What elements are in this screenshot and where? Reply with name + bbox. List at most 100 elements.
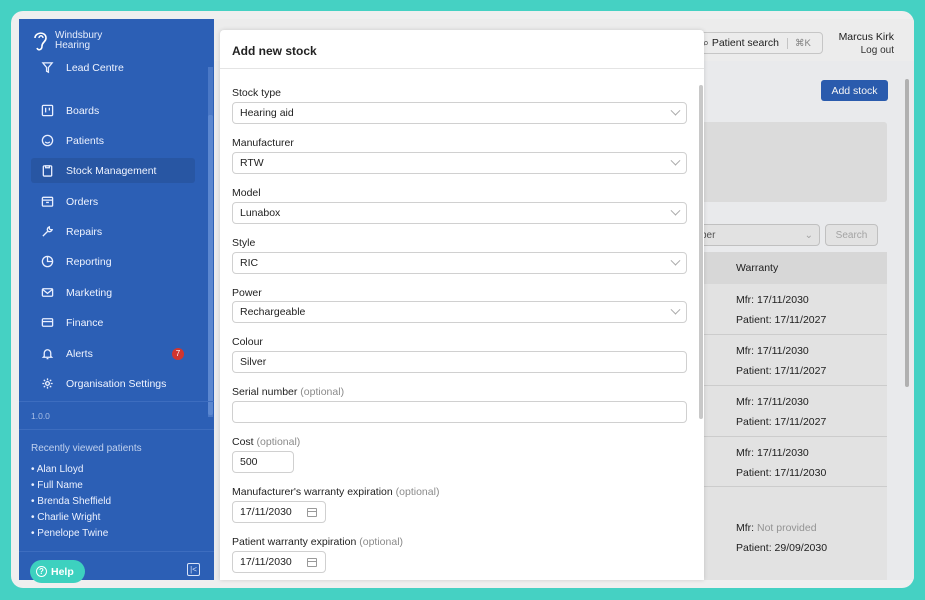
style-label: Style	[232, 237, 256, 249]
recent-patient-link[interactable]: • Brenda Sheffield	[31, 496, 111, 507]
sidebar-item-label: Orders	[66, 195, 99, 208]
modal-scrollbar[interactable]	[699, 85, 703, 419]
style-value: RIC	[240, 257, 259, 269]
sidebar-item-boards[interactable]: Boards	[31, 98, 195, 123]
power-value: Rechargeable	[240, 306, 306, 318]
kanban-icon	[40, 104, 54, 118]
help-label: Help	[51, 565, 74, 578]
gear-icon	[40, 377, 54, 391]
sidebar: Windsbury Hearing Lead Centre Boards Pat…	[19, 19, 214, 583]
recent-patients-title: Recently viewed patients	[31, 443, 142, 454]
divider	[19, 551, 214, 552]
manufacturer-value: RTW	[240, 157, 264, 169]
serial-label-text: Serial number	[232, 386, 298, 398]
optional-hint: (optional)	[359, 536, 404, 548]
calendar-icon[interactable]	[307, 557, 317, 567]
sidebar-item-label: Boards	[66, 104, 100, 117]
chevron-down-icon	[670, 304, 681, 315]
box-icon	[40, 195, 54, 209]
chevron-down-icon	[670, 255, 681, 266]
mfr-warranty-label: Manufacturer's warranty expiration (opti…	[232, 486, 439, 498]
recent-patient-link[interactable]: • Penelope Twine	[31, 528, 108, 539]
patient-warranty-label-text: Patient warranty expiration	[232, 536, 357, 548]
sidebar-item-label: Repairs	[66, 225, 103, 238]
optional-hint: (optional)	[300, 386, 345, 398]
colour-input[interactable]: Silver	[232, 351, 687, 373]
cost-label: Cost (optional)	[232, 436, 300, 448]
sidebar-item-repairs[interactable]: Repairs	[31, 219, 195, 244]
model-label: Model	[232, 187, 261, 199]
mfr-warranty-date: 17/11/2030	[240, 506, 292, 518]
style-select[interactable]: RIC	[232, 252, 687, 274]
add-stock-modal: Add new stock Stock type Hearing aid Man…	[220, 30, 704, 580]
model-select[interactable]: Lunabox	[232, 202, 687, 224]
chevron-down-icon	[670, 155, 681, 166]
sidebar-item-label: Reporting	[66, 255, 112, 268]
brand-line-2: Hearing	[55, 40, 91, 51]
sidebar-scrollbar[interactable]	[208, 67, 213, 417]
envelope-icon	[40, 286, 54, 300]
help-button[interactable]: ? Help	[30, 560, 85, 583]
sidebar-item-alerts[interactable]: Alerts 7	[31, 341, 195, 366]
model-value: Lunabox	[240, 207, 281, 219]
patient-warranty-label: Patient warranty expiration (optional)	[232, 536, 403, 548]
divider	[19, 429, 214, 430]
optional-hint: (optional)	[395, 486, 440, 498]
sidebar-item-reporting[interactable]: Reporting	[31, 249, 195, 274]
chevron-down-icon	[670, 105, 681, 116]
app-window: Windsbury Hearing Lead Centre Boards Pat…	[11, 11, 914, 588]
ear-icon	[34, 32, 47, 51]
sidebar-item-label: Patients	[66, 134, 104, 147]
divider	[19, 401, 214, 402]
stock-type-value: Hearing aid	[240, 107, 294, 119]
power-select[interactable]: Rechargeable	[232, 301, 687, 323]
bell-icon	[40, 347, 54, 361]
modal-title: Add new stock	[232, 44, 317, 58]
sidebar-item-marketing[interactable]: Marketing	[31, 280, 195, 305]
sidebar-item-lead-centre[interactable]: Lead Centre	[31, 62, 195, 74]
recent-patient-link[interactable]: • Charlie Wright	[31, 512, 100, 523]
divider	[220, 68, 704, 69]
wrench-icon	[40, 225, 54, 239]
chevron-down-icon	[670, 205, 681, 216]
brand-logo[interactable]: Windsbury Hearing	[31, 29, 102, 53]
serial-number-label: Serial number (optional)	[232, 386, 344, 398]
pie-chart-icon	[40, 255, 54, 269]
alerts-badge: 7	[172, 347, 184, 360]
sidebar-item-organisation-settings[interactable]: Organisation Settings	[31, 371, 195, 396]
smiley-icon	[40, 134, 54, 148]
serial-number-input[interactable]	[232, 401, 687, 423]
power-label: Power	[232, 287, 262, 299]
stock-type-select[interactable]: Hearing aid	[232, 102, 687, 124]
sidebar-item-label: Organisation Settings	[66, 377, 167, 390]
optional-hint: (optional)	[256, 436, 301, 448]
cost-input[interactable]: 500	[232, 451, 294, 473]
calendar-icon[interactable]	[307, 507, 317, 517]
collapse-sidebar-icon[interactable]: |<	[187, 563, 200, 576]
sidebar-item-stock-management[interactable]: Stock Management	[31, 158, 195, 183]
sidebar-item-label: Marketing	[66, 286, 113, 299]
credit-card-icon	[40, 316, 54, 330]
colour-label: Colour	[232, 336, 263, 348]
funnel-icon	[40, 62, 54, 74]
sidebar-item-label: Finance	[66, 316, 104, 329]
brand-name: Windsbury Hearing	[55, 31, 102, 51]
mfr-warranty-label-text: Manufacturer's warranty expiration	[232, 486, 393, 498]
manufacturer-label: Manufacturer	[232, 137, 294, 149]
manufacturer-select[interactable]: RTW	[232, 152, 687, 174]
question-icon: ?	[36, 566, 47, 577]
app-version: 1.0.0	[31, 411, 50, 421]
sidebar-item-finance[interactable]: Finance	[31, 310, 195, 335]
sidebar-item-label: Stock Management	[66, 164, 157, 177]
stock-type-label: Stock type	[232, 87, 282, 99]
sidebar-item-label: Lead Centre	[66, 62, 124, 74]
recent-patient-link[interactable]: • Full Name	[31, 480, 83, 491]
cost-label-text: Cost	[232, 436, 254, 448]
mfr-warranty-date-input[interactable]: 17/11/2030	[232, 501, 326, 523]
sidebar-item-patients[interactable]: Patients	[31, 128, 195, 153]
patient-warranty-date-input[interactable]: 17/11/2030	[232, 551, 326, 573]
sidebar-item-orders[interactable]: Orders	[31, 189, 195, 214]
recent-patient-link[interactable]: • Alan Lloyd	[31, 464, 83, 475]
patient-warranty-date: 17/11/2030	[240, 556, 292, 568]
clipboard-icon	[40, 164, 54, 178]
